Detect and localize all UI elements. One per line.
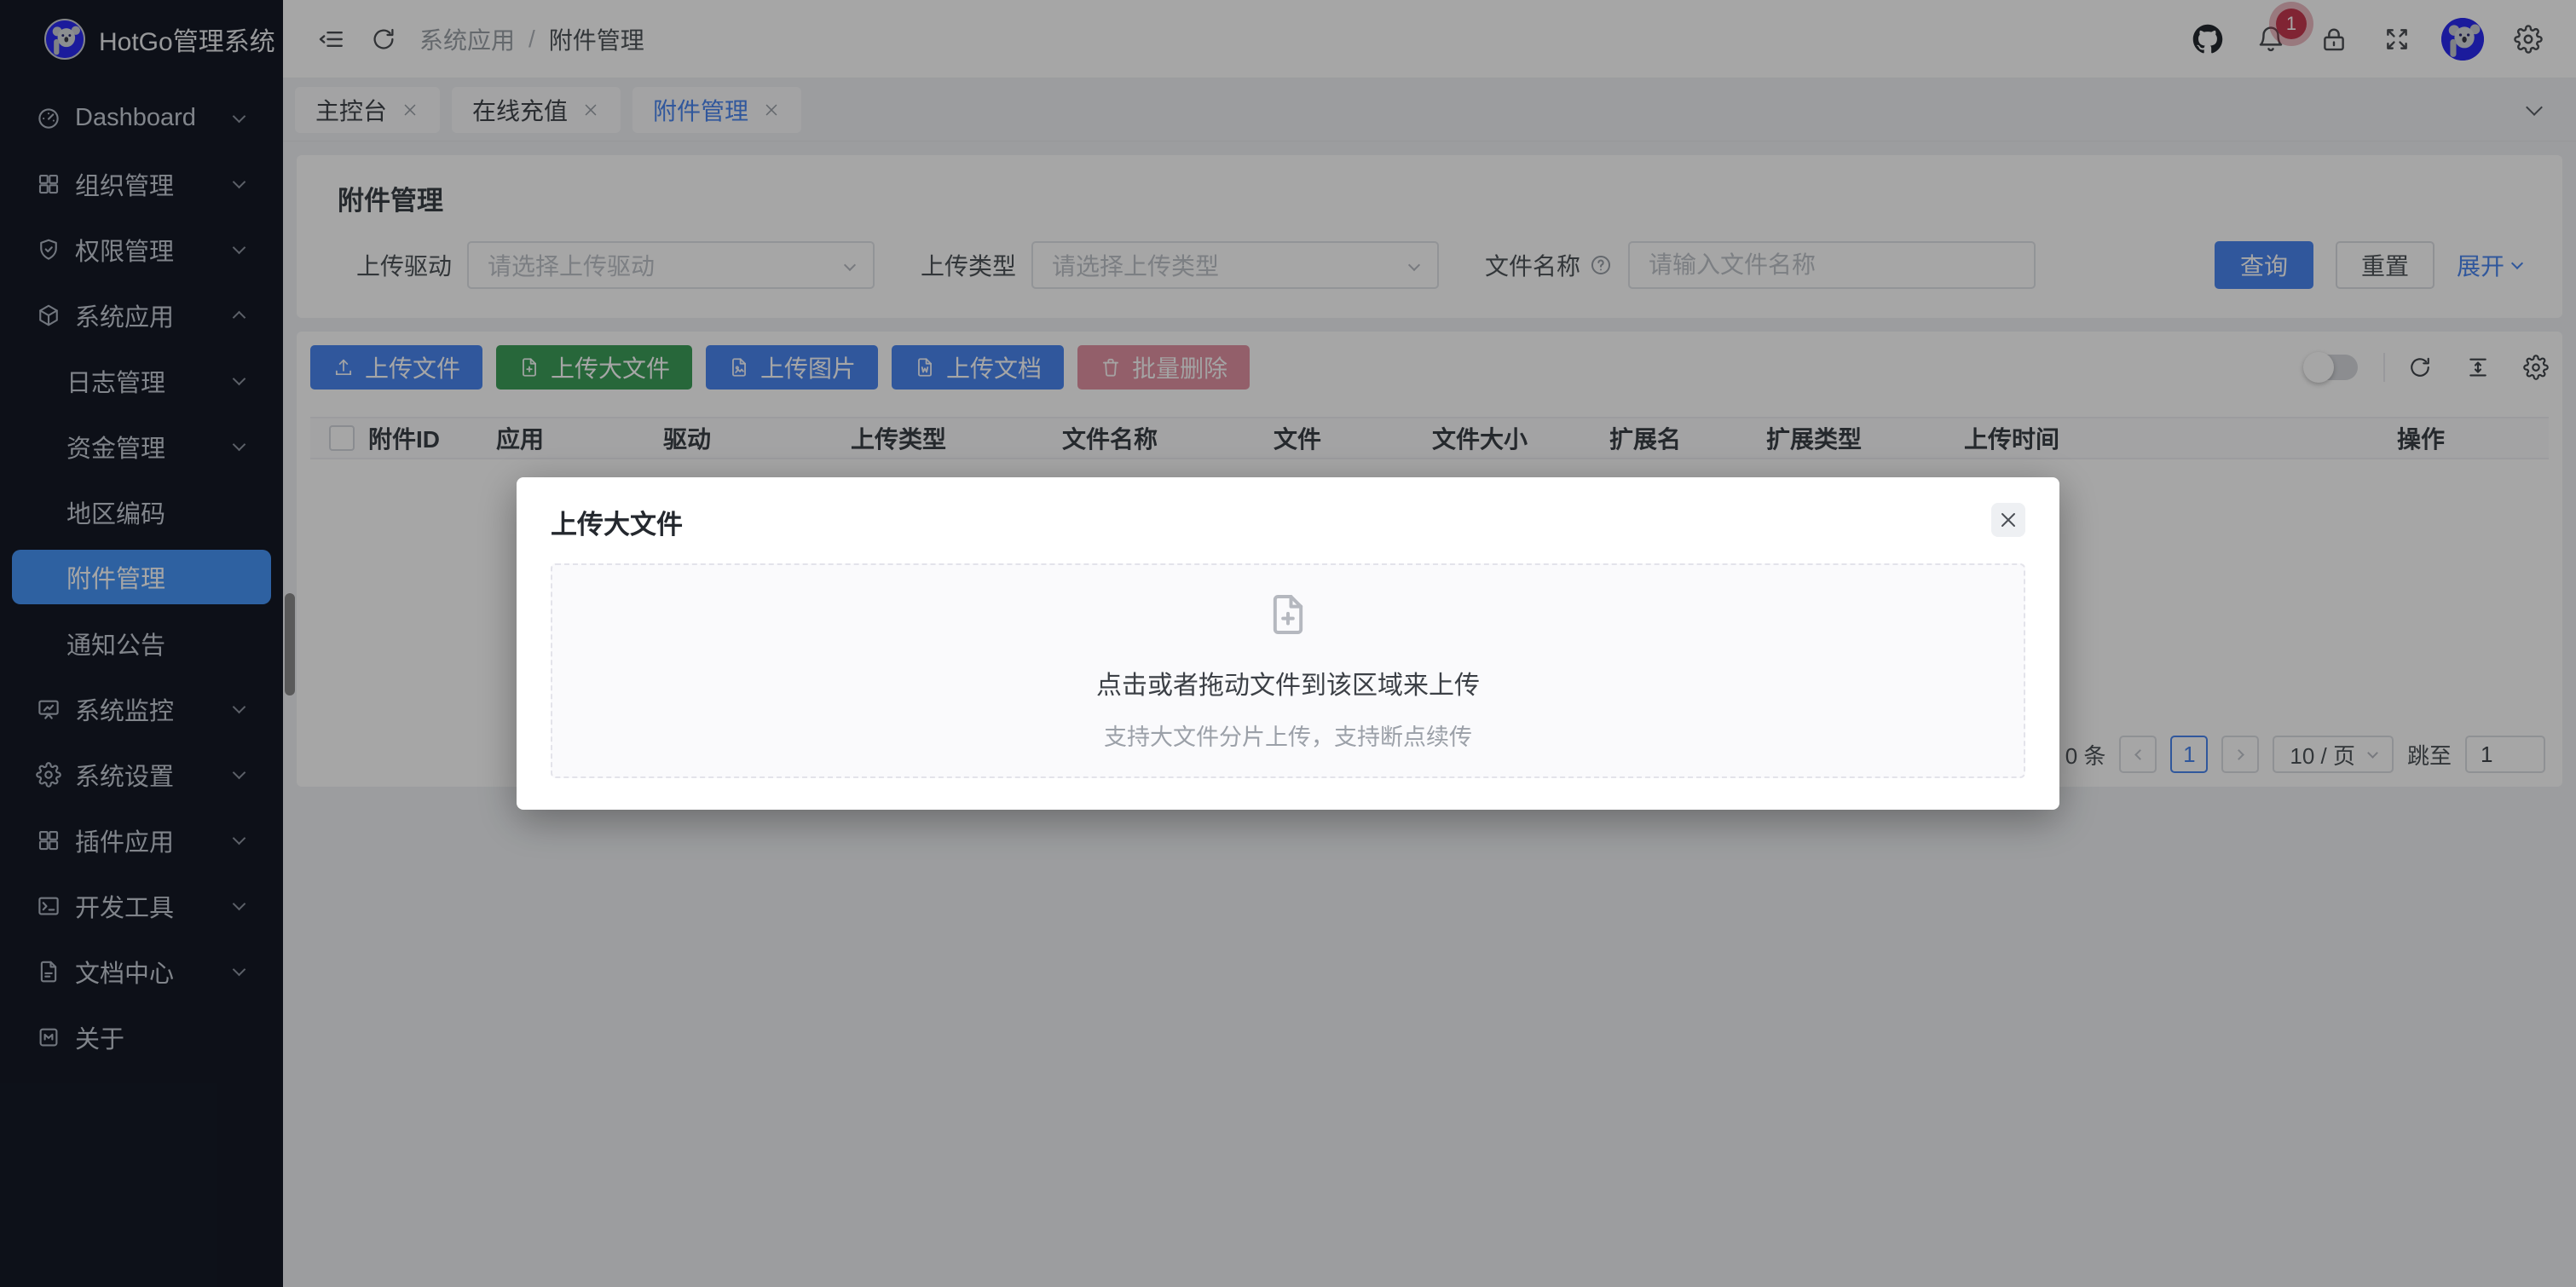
upload-big-file-modal: 上传大文件 点击或者拖动文件到该区域来上传 支持大文件分片上传，支持断点续传 xyxy=(517,477,2059,810)
modal-header: 上传大文件 xyxy=(551,503,2025,541)
modal-close-button[interactable] xyxy=(1991,503,2025,537)
upload-dropzone[interactable]: 点击或者拖动文件到该区域来上传 支持大文件分片上传，支持断点续传 xyxy=(551,563,2025,778)
dropzone-main-text: 点击或者拖动文件到该区域来上传 xyxy=(1096,664,1480,701)
file-plus-icon xyxy=(1264,591,1312,638)
close-icon xyxy=(1996,508,2020,532)
modal-title: 上传大文件 xyxy=(551,503,683,541)
dropzone-sub-text: 支持大文件分片上传，支持断点续传 xyxy=(1104,719,1472,752)
